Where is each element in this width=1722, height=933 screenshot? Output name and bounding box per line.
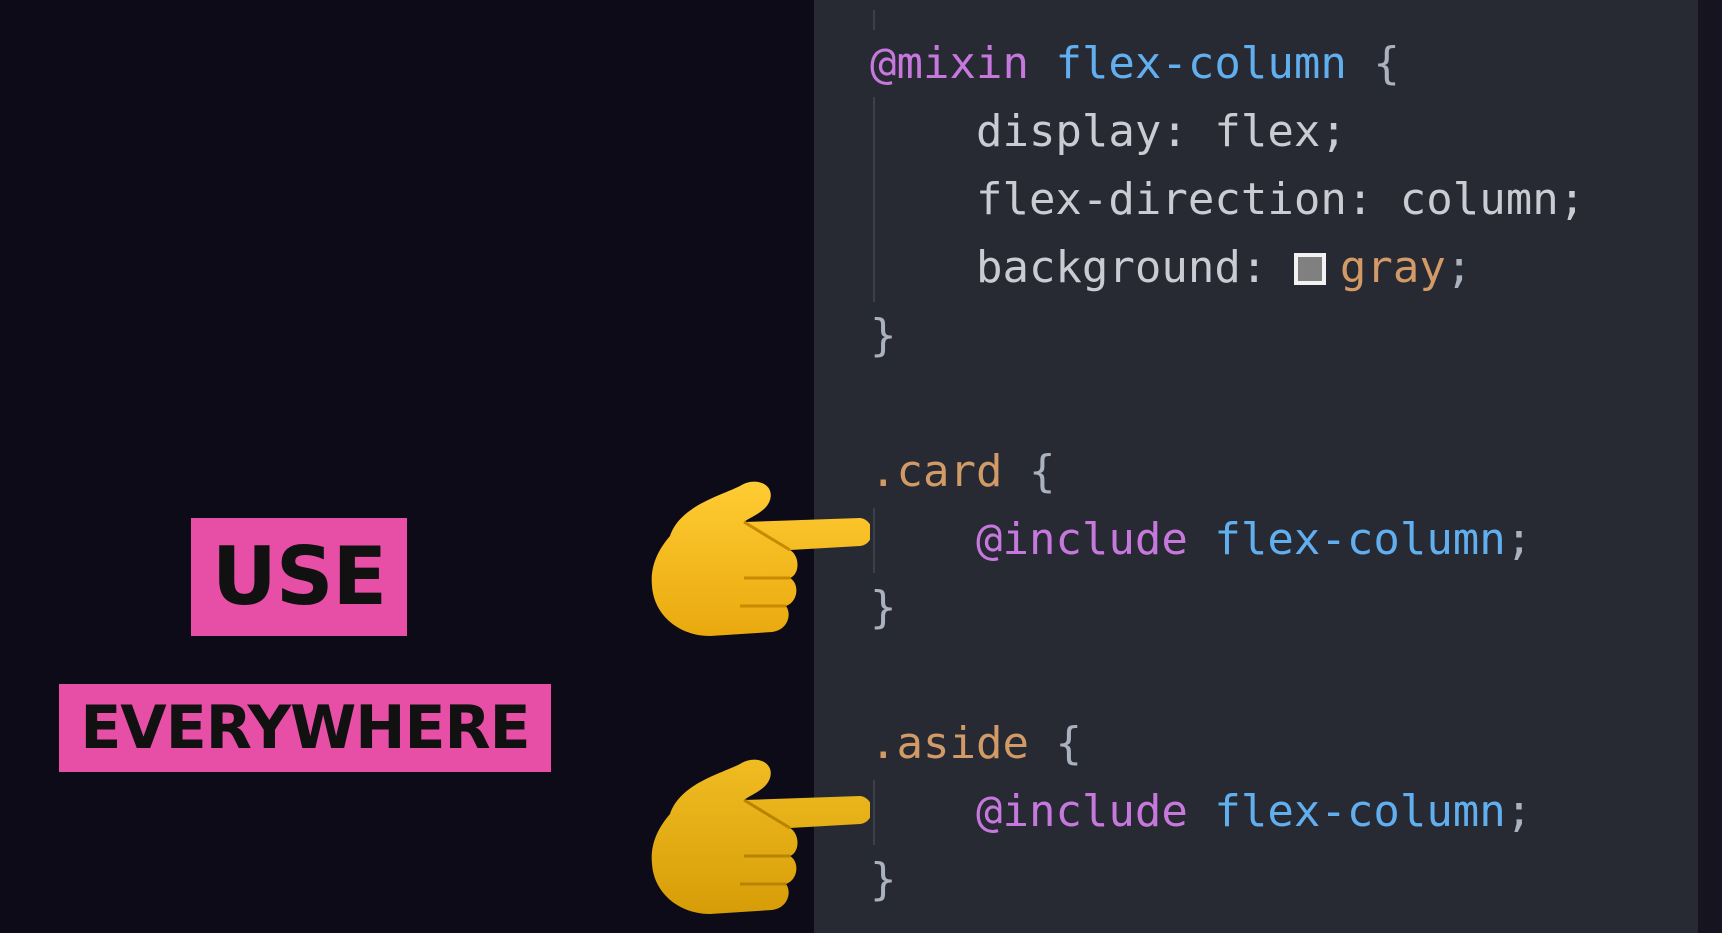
semicolon: ; <box>1505 786 1533 837</box>
code-line-mixin: @mixin flex-column { <box>870 36 1400 92</box>
everywhere-banner: EVERYWHERE <box>59 684 551 772</box>
mixin-keyword: @mixin <box>870 38 1029 89</box>
include-name: flex-column <box>1214 514 1506 565</box>
code-line-card-selector: .card { <box>870 444 1055 500</box>
code-line-display: display: flex; <box>870 106 1347 157</box>
include-keyword: @include <box>975 514 1188 565</box>
indent-guide <box>873 10 875 30</box>
backhand-index-pointing-right-icon <box>651 759 870 914</box>
code-line-card-include: @include flex-column; <box>870 512 1532 568</box>
open-brace: { <box>1346 38 1400 89</box>
color-swatch-icon[interactable] <box>1293 253 1326 285</box>
background-property: background: <box>870 242 1294 293</box>
code-line-background: background: gray; <box>870 240 1472 296</box>
video-frame: @mixin flex-column { display: flex; flex… <box>0 0 1722 933</box>
code-line-flex-direction: flex-direction: column; <box>870 174 1586 225</box>
semicolon: ; <box>1445 242 1473 293</box>
editor-edge <box>1698 0 1722 933</box>
open-brace: { <box>1028 718 1082 769</box>
semicolon: ; <box>1505 514 1533 565</box>
code-line-close-brace: } <box>870 854 897 905</box>
open-brace: { <box>1002 446 1056 497</box>
mixin-name: flex-column <box>1055 38 1347 89</box>
backhand-index-pointing-right-icon <box>651 481 870 636</box>
include-keyword: @include <box>975 786 1188 837</box>
use-banner: USE <box>191 518 407 636</box>
background-value: gray <box>1339 242 1446 293</box>
aside-selector: .aside <box>870 718 1029 769</box>
include-name: flex-column <box>1214 786 1506 837</box>
code-line-aside-selector: .aside { <box>870 716 1082 772</box>
code-line-aside-include: @include flex-column; <box>870 784 1532 840</box>
code-line-close-brace: } <box>870 582 897 633</box>
card-selector: .card <box>870 446 1003 497</box>
code-line-close-brace: } <box>870 310 897 361</box>
